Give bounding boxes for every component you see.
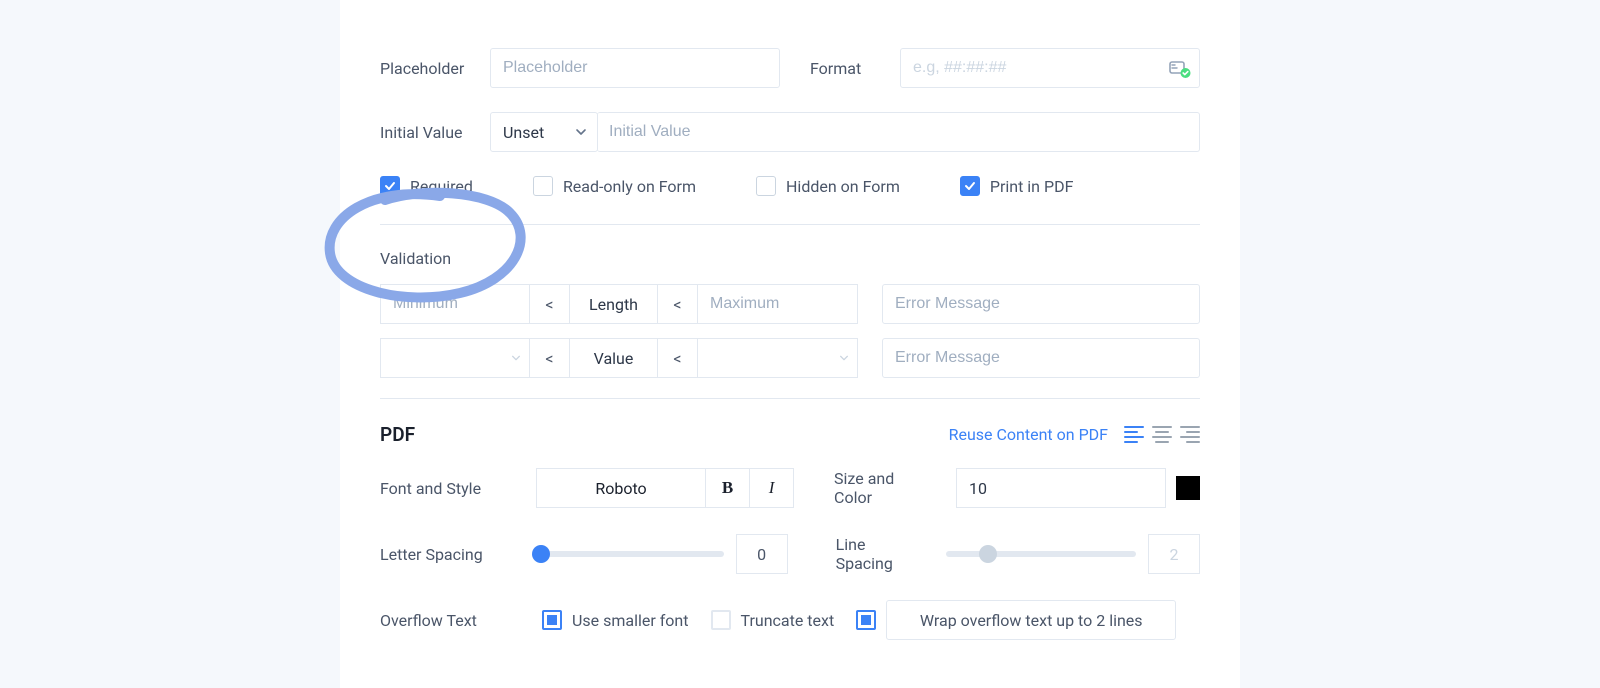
line-spacing-control: 2 [946,534,1200,574]
font-style-label: Font and Style [380,479,506,498]
validation-value-row: < Value < [380,338,1200,378]
placeholder-label: Placeholder [380,59,490,78]
overflow-wrap-label: Wrap overflow text up to 2 lines [920,611,1143,630]
line-spacing-slider[interactable] [946,551,1136,557]
required-checkbox[interactable]: Required [380,176,473,196]
checkbox-icon [960,176,980,196]
overflow-truncate[interactable]: Truncate text [711,610,835,630]
value-error-input[interactable] [882,338,1200,378]
initial-value-select-value: Unset [503,123,544,142]
readonly-checkbox[interactable]: Read-only on Form [533,176,696,196]
font-size-row: Font and Style Roboto B I Size and Color… [380,468,1200,508]
required-label: Required [410,177,473,196]
font-size-value: 10 [969,479,987,498]
placeholder-input[interactable] [490,48,780,88]
slider-thumb[interactable] [979,545,997,563]
letter-spacing-value[interactable]: 0 [736,534,788,574]
value-type-select[interactable]: Value [570,338,658,378]
max-value-input[interactable] [698,339,857,377]
min-length-input[interactable] [381,285,529,323]
font-family-value: Roboto [595,479,646,498]
max-length-input[interactable] [698,285,857,323]
checkbox-icon [533,176,553,196]
font-size-input[interactable]: 10 [956,468,1166,508]
field-settings-panel: Placeholder Format Initial Value Unset [340,0,1240,688]
min-value-select[interactable] [380,338,530,378]
overflow-wrap[interactable]: Wrap overflow text up to 2 lines [856,600,1176,640]
checkbox-row: Required Read-only on Form Hidden on For… [380,176,1200,196]
length-type-select[interactable]: Length [570,284,658,324]
letter-spacing-slider[interactable] [534,551,724,557]
hidden-label: Hidden on Form [786,177,900,196]
radio-icon [856,610,876,630]
letter-spacing-label: Letter Spacing [380,545,504,564]
text-align-group [1124,426,1200,444]
length-error-input[interactable] [882,284,1200,324]
overflow-wrap-field[interactable]: Wrap overflow text up to 2 lines [886,600,1176,640]
validation-length-row: < Length < [380,284,1200,324]
size-color-group: 10 [956,468,1200,508]
bold-button[interactable]: B [706,468,750,508]
initial-value-input[interactable] [597,112,1200,152]
font-family-select[interactable]: Roboto [536,468,706,508]
align-center-button[interactable] [1152,426,1172,444]
line-spacing-value[interactable]: 2 [1148,534,1200,574]
letter-spacing-control: 0 [534,534,788,574]
font-group: Roboto B I [536,468,794,508]
radio-icon [542,610,562,630]
font-color-swatch[interactable] [1176,476,1200,500]
radio-icon [711,610,731,630]
validation-heading: Validation [380,249,1200,268]
pdf-actions: Reuse Content on PDF [949,425,1200,444]
italic-button[interactable]: I [750,468,794,508]
value-constraint-group: < Value < [380,338,858,378]
row-initial-value: Initial Value Unset [380,112,1200,152]
value-type-label: Value [570,349,657,368]
print-pdf-checkbox[interactable]: Print in PDF [960,176,1074,196]
pdf-header: PDF Reuse Content on PDF [380,423,1200,446]
initial-value-label: Initial Value [380,123,490,142]
max-value-select[interactable] [698,338,858,378]
hidden-checkbox[interactable]: Hidden on Form [756,176,900,196]
spacing-row: Letter Spacing 0 Line Spacing 2 [380,534,1200,574]
length-constraint-group: < Length < [380,284,858,324]
print-pdf-label: Print in PDF [990,177,1074,196]
readonly-label: Read-only on Form [563,177,696,196]
chevron-down-icon [575,126,587,138]
slider-thumb[interactable] [532,545,550,563]
overflow-label: Overflow Text [380,611,520,630]
min-value-input[interactable] [381,339,529,377]
checkbox-icon [756,176,776,196]
lt-operator: < [658,338,698,378]
lt-operator: < [530,284,570,324]
divider [380,224,1200,225]
lt-operator: < [658,284,698,324]
format-input-wrap [900,48,1200,88]
checkbox-icon [380,176,400,196]
mask-builder-icon[interactable] [1168,56,1192,80]
align-left-button[interactable] [1124,426,1144,444]
overflow-row: Overflow Text Use smaller font Truncate … [380,600,1200,640]
overflow-smaller-font[interactable]: Use smaller font [542,610,689,630]
overflow-smaller-font-label: Use smaller font [572,611,689,630]
length-type-label: Length [570,295,657,314]
format-label: Format [810,59,900,78]
pdf-heading: PDF [380,423,415,446]
size-color-label: Size and Color [834,469,926,507]
lt-operator: < [530,338,570,378]
divider [380,398,1200,399]
align-right-button[interactable] [1180,426,1200,444]
row-placeholder-format: Placeholder Format [380,48,1200,88]
reuse-content-link[interactable]: Reuse Content on PDF [949,425,1108,444]
line-spacing-label: Line Spacing [836,535,916,573]
format-input[interactable] [900,48,1200,88]
initial-value-select[interactable]: Unset [490,112,598,152]
overflow-truncate-label: Truncate text [741,611,835,630]
